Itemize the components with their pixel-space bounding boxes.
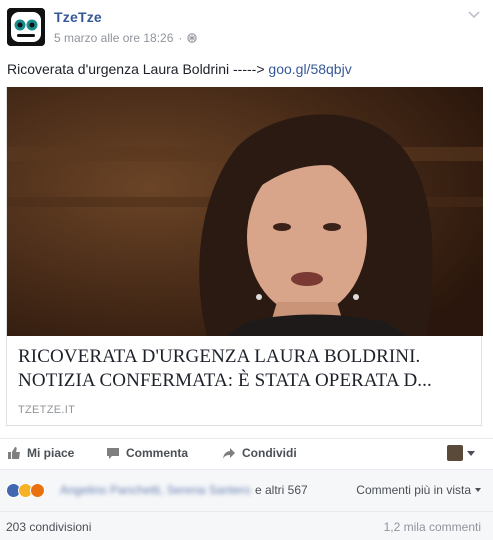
like-button[interactable]: Mi piace [7, 446, 74, 460]
post-actions-bar: Mi piace Commenta Condividi [0, 438, 493, 469]
like-label: Mi piace [27, 446, 75, 460]
comment-sort-label: Commenti più in vista [356, 483, 471, 497]
share-as-dropdown-icon[interactable] [467, 451, 475, 456]
post-options-chevron-icon[interactable] [468, 11, 480, 19]
post-stats: 203 condivisioni 1,2 mila commenti [0, 511, 493, 540]
share-arrow-icon [223, 448, 235, 459]
page-avatar[interactable] [7, 8, 45, 46]
page-name-link[interactable]: TzeTze [54, 9, 102, 25]
comment-icon [107, 448, 119, 459]
globe-icon [187, 33, 198, 43]
link-preview[interactable]: RICOVERATA D'URGENZA LAURA BOLDRINI. NOT… [6, 87, 483, 426]
post-message-link[interactable]: goo.gl/58qbjv [268, 61, 351, 77]
post-meta: 5 marzo alle ore 18:26 · [54, 31, 198, 45]
comments-count[interactable]: 1,2 mila commenti [384, 520, 481, 534]
share-as-avatar[interactable] [447, 445, 463, 461]
share-label: Condividi [242, 446, 297, 460]
share-button[interactable]: Condividi [222, 446, 297, 460]
facebook-post: TzeTze 5 marzo alle ore 18:26 · Ricovera… [0, 0, 493, 540]
reaction-icons[interactable] [6, 483, 45, 498]
preview-image[interactable] [7, 87, 483, 336]
reactions-others[interactable]: e altri 567 [255, 483, 308, 497]
thumbs-up-icon [8, 447, 20, 459]
preview-title[interactable]: RICOVERATA D'URGENZA LAURA BOLDRINI. NOT… [18, 345, 474, 393]
post-message-text: Ricoverata d'urgenza Laura Boldrini ----… [7, 61, 265, 77]
reactor-names[interactable]: Angelino Panchetti, Serena Santero [60, 483, 250, 497]
post-timestamp[interactable]: 5 marzo alle ore 18:26 [54, 31, 173, 45]
comment-label: Commenta [126, 446, 189, 460]
shares-count[interactable]: 203 condivisioni [6, 520, 91, 534]
reactions-summary: Angelino Panchetti, Serena Santero e alt… [0, 469, 493, 512]
post-message: Ricoverata d'urgenza Laura Boldrini ----… [7, 61, 352, 77]
meta-separator: · [178, 31, 183, 45]
preview-domain: TZETZE.IT [18, 404, 76, 416]
comment-button[interactable]: Commenta [106, 446, 188, 460]
angry-reaction-icon [30, 483, 45, 498]
comment-sort-dropdown[interactable]: Commenti più in vista [356, 483, 481, 497]
caret-down-icon [475, 488, 481, 492]
